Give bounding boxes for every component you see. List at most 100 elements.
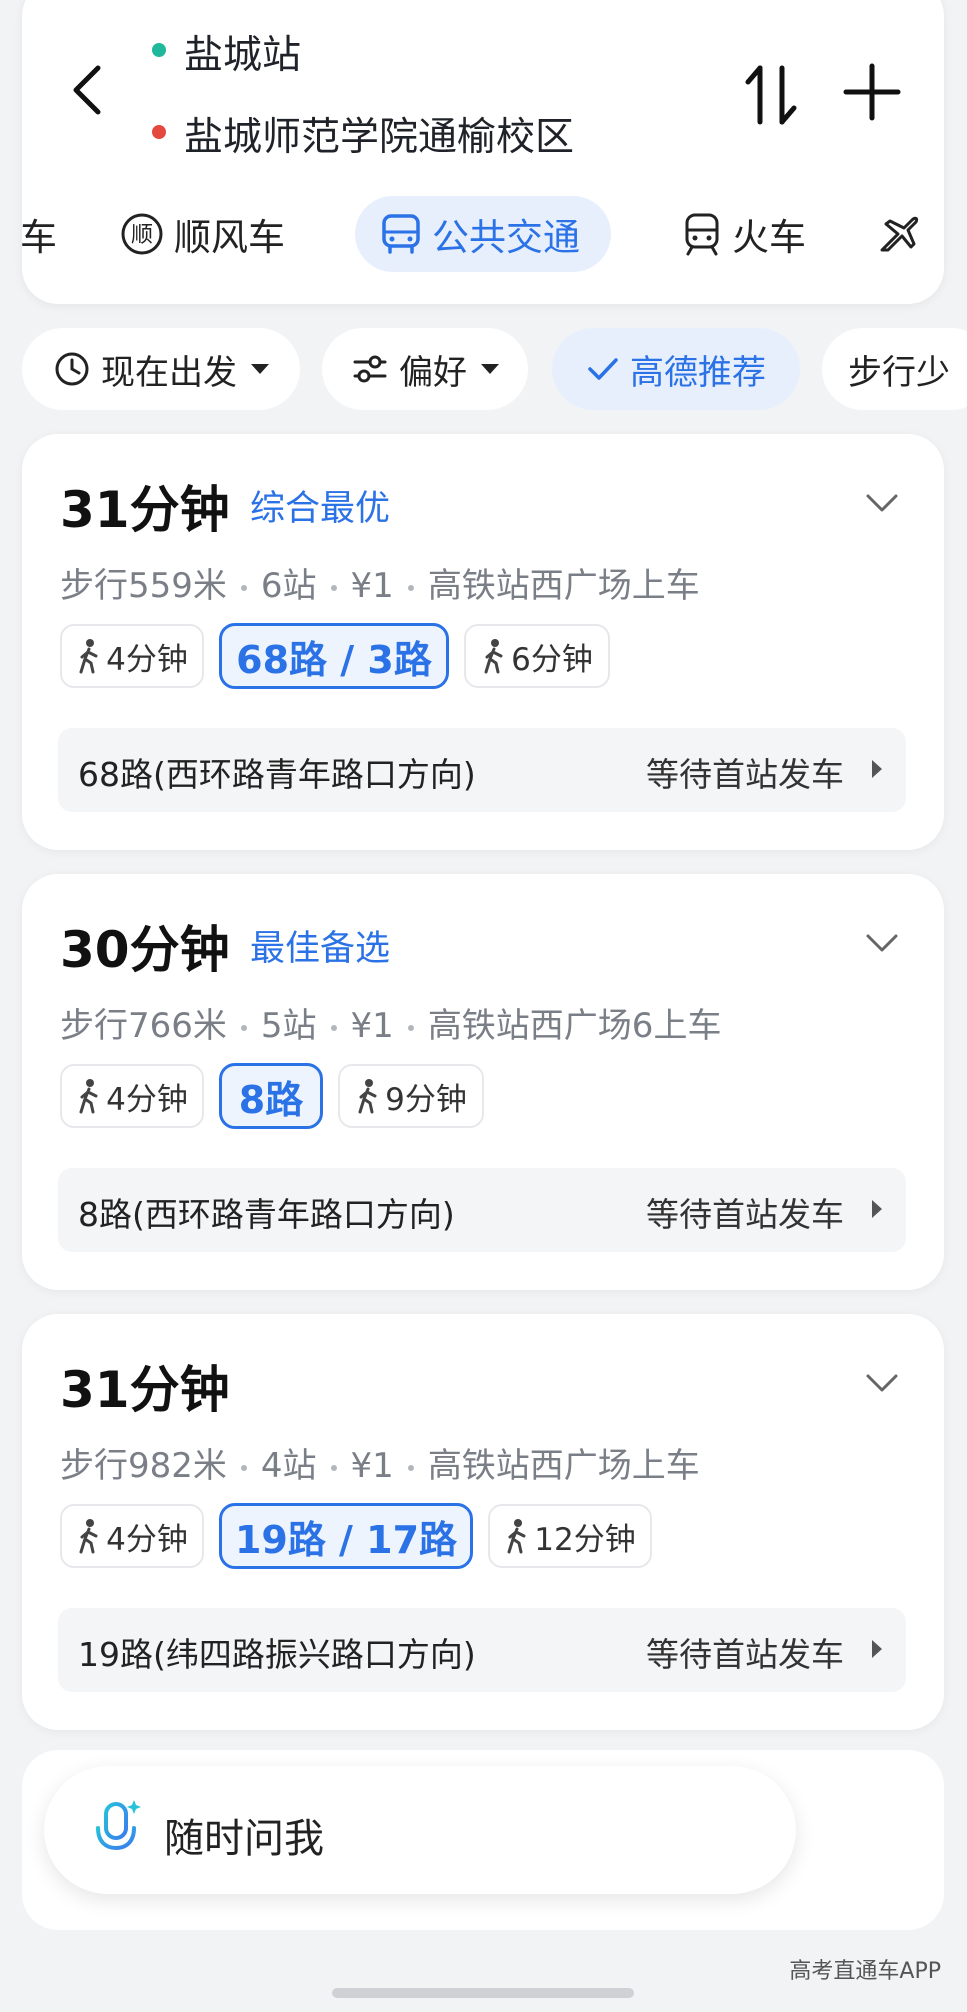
separator-dot [240,1024,247,1031]
walk-start-time: 4分钟 [106,641,188,678]
route-meta: 步行766米 5站 ¥1 高铁站西广场6上车 [60,998,721,1047]
separator-dot [407,1024,414,1031]
clock-icon [55,352,89,386]
back-arrow-icon[interactable] [58,60,118,120]
separator-dot [330,1464,337,1471]
recommend-label: 高德推荐 [630,352,766,393]
train-icon [685,213,719,256]
add-waypoint-icon[interactable] [842,62,902,122]
preference-filter[interactable]: 偏好 [322,328,528,410]
walk-start-time: 4分钟 [106,1081,188,1118]
walk-end-time: 12分钟 [534,1521,636,1558]
bus-icon [382,214,420,254]
less-walk-filter[interactable]: 步行少 [822,328,967,410]
departure-status: 等待首站发车 [646,755,844,794]
chevron-right-icon [872,760,882,778]
departure-status: 等待首站发车 [646,1635,844,1674]
bus-lines-chip[interactable]: 19路 / 17路 [219,1503,473,1569]
walk-end-time: 6分钟 [511,641,593,678]
chevron-down-icon [251,364,269,374]
separator-dot [330,1024,337,1031]
separator-dot [330,584,337,591]
chevron-right-icon [872,1200,882,1218]
fare: ¥1 [350,1446,394,1486]
chevron-down-icon[interactable] [862,930,902,958]
separator-dot [240,584,247,591]
route-meta: 步行559米 6站 ¥1 高铁站西广场上车 [60,558,700,607]
fare: ¥1 [350,1006,394,1046]
tab-public-transit[interactable]: 公共交通 [380,204,580,264]
walking-icon [484,639,503,674]
stop-count: 5站 [260,1006,317,1046]
tab-car-label: 车 [20,216,57,259]
line-status-row[interactable]: 8路(西环路青年路口方向) 等待首站发车 [58,1168,906,1252]
microphone-icon [96,1800,141,1860]
depart-time-filter[interactable]: 现在出发 [22,328,300,410]
chevron-down-icon [481,364,499,374]
tab-car[interactable]: 车 [20,204,57,264]
svg-text:顺: 顺 [131,223,153,248]
boarding-stop: 高铁站西广场6上车 [427,1006,722,1046]
home-indicator[interactable] [332,1988,634,1998]
destination-field[interactable]: 盐城师范学院通榆校区 [184,106,574,162]
plane-icon [880,216,919,252]
route-card[interactable]: 30分钟 最佳备选 步行766米 5站 ¥1 高铁站西广场6上车 4分钟 8路 9分钟… [22,874,944,1290]
tab-carpool-label: 顺风车 [174,216,285,259]
line-status-row[interactable]: 19路(纬四路振兴路口方向) 等待首站发车 [58,1608,906,1692]
walk-end-chip: 6分钟 [464,624,610,688]
bus-lines-chip[interactable]: 68路 / 3路 [219,623,449,689]
tab-plane[interactable] [876,204,932,264]
walk-end-chip: 9分钟 [338,1064,484,1128]
separator-dot [240,1464,247,1471]
route-tag: 最佳备选 [250,929,391,969]
walking-icon [507,1519,526,1554]
route-card[interactable]: 31分钟 步行982米 4站 ¥1 高铁站西广场上车 4分钟 19路 / 17路 12… [22,1314,944,1730]
walk-start-chip: 4分钟 [60,1064,204,1128]
chevron-down-icon[interactable] [862,490,902,518]
line-direction: 19路(纬四路振兴路口方向) [78,1635,476,1674]
walk-end-chip: 12分钟 [488,1504,652,1568]
route-duration: 31分钟 [60,481,230,539]
bus-lines-chip[interactable]: 8路 [219,1063,323,1129]
recommend-filter[interactable]: 高德推荐 [552,328,800,410]
tab-train[interactable]: 火车 [682,204,806,264]
walking-icon [79,1079,98,1114]
line-direction: 68路(西环路青年路口方向) [78,755,476,794]
check-icon [588,358,618,380]
carpool-icon: 顺 [121,213,163,255]
swap-direction-icon[interactable] [742,60,802,130]
stop-count: 6站 [260,566,317,606]
departure-status: 等待首站发车 [646,1195,844,1234]
separator-dot [407,584,414,591]
watermark: 高考直通车APP [789,1959,941,1984]
tab-public-transit-label: 公共交通 [432,216,580,259]
route-tag: 综合最优 [250,489,391,529]
less-walk-label: 步行少 [848,352,950,393]
tab-carpool[interactable]: 顺 顺风车 [120,204,285,264]
route-duration: 30分钟 [60,921,230,979]
walk-distance: 步行766米 [60,1006,227,1046]
depart-time-label: 现在出发 [101,352,237,393]
boarding-stop: 高铁站西广场上车 [427,1446,700,1486]
origin-dot [152,43,166,57]
boarding-stop: 高铁站西广场上车 [427,566,700,606]
chevron-down-icon[interactable] [862,1370,902,1398]
separator-dot [407,1464,414,1471]
sliders-icon [353,355,387,383]
line-direction: 8路(西环路青年路口方向) [78,1195,455,1234]
route-card[interactable]: 31分钟 综合最优 步行559米 6站 ¥1 高铁站西广场上车 4分钟 68路 / 3… [22,434,944,850]
origin-field[interactable]: 盐城站 [184,24,301,80]
preference-label: 偏好 [399,352,467,393]
walking-icon [358,1079,377,1114]
walking-icon [79,639,98,674]
ask-assistant-button[interactable]: 随时问我 [44,1766,796,1894]
stop-count: 4站 [260,1446,317,1486]
walk-start-chip: 4分钟 [60,1504,204,1568]
route-duration: 31分钟 [60,1361,230,1419]
walk-start-chip: 4分钟 [60,624,204,688]
fare: ¥1 [350,566,394,606]
walk-end-time: 9分钟 [385,1081,467,1118]
ask-assistant-label: 随时问我 [164,1816,324,1862]
chevron-right-icon [872,1640,882,1658]
line-status-row[interactable]: 68路(西环路青年路口方向) 等待首站发车 [58,728,906,812]
